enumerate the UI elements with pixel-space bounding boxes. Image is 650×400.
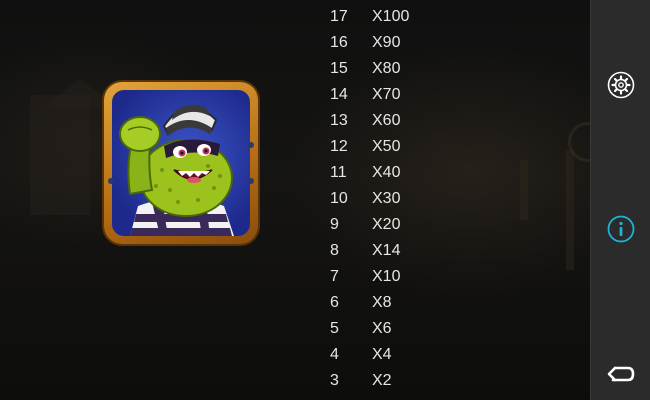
- background-post: [520, 160, 528, 220]
- paytable-row: 10 X30: [330, 188, 432, 214]
- paytable-row: 15 X80: [330, 58, 432, 84]
- payout-multiplier: X70: [372, 86, 401, 103]
- settings-button[interactable]: [606, 70, 636, 100]
- symbol-tile-background: [112, 90, 250, 236]
- paytable-row: 9 X20: [330, 214, 432, 240]
- paytable-row: 13 X60: [330, 110, 432, 136]
- symbol-count: 12: [330, 138, 348, 155]
- frame-rivet: [108, 178, 114, 184]
- symbol-count: 9: [330, 216, 339, 233]
- symbol-count: 10: [330, 190, 348, 207]
- symbol-count: 7: [330, 268, 339, 285]
- symbol-count: 8: [330, 242, 339, 259]
- background-post: [566, 150, 574, 270]
- paytable-row: 6 X8: [330, 292, 432, 318]
- payout-multiplier: X80: [372, 60, 401, 77]
- paytable-row: 8 X14: [330, 240, 432, 266]
- symbol-count: 15: [330, 60, 348, 77]
- frame-rivet: [248, 142, 254, 148]
- payout-multiplier: X60: [372, 112, 401, 129]
- paytable-row: 7 X10: [330, 266, 432, 292]
- symbol-count: 11: [330, 164, 347, 181]
- paytable-row: 12 X50: [330, 136, 432, 162]
- striped-beanie: [162, 104, 218, 136]
- paytable-row: 16 X90: [330, 32, 432, 58]
- game-background: 17 X100 16 X90 15 X80 14 X70 13 X60 12 X50 11 X…: [0, 0, 650, 400]
- green-monster-icon: [119, 104, 234, 236]
- paytable-row: 11 X40: [330, 162, 432, 188]
- paytable-row: 5 X6: [330, 318, 432, 344]
- payout-multiplier: X10: [372, 268, 401, 285]
- return-button[interactable]: [606, 358, 636, 388]
- frame-rivet: [248, 178, 254, 184]
- symbol-count: 3: [330, 372, 339, 389]
- paytable-list: 17 X100 16 X90 15 X80 14 X70 13 X60 12 X50 11 X…: [330, 6, 432, 396]
- payout-multiplier: X6: [372, 320, 392, 337]
- paytable-row: 14 X70: [330, 84, 432, 110]
- symbol-count: 16: [330, 34, 348, 51]
- payout-multiplier: X14: [372, 242, 401, 259]
- payout-multiplier: X20: [372, 216, 401, 233]
- payout-multiplier: X2: [372, 372, 392, 389]
- payout-multiplier: X90: [372, 34, 401, 51]
- symbol-tile: [104, 82, 258, 244]
- payout-multiplier: X40: [372, 164, 401, 181]
- symbol-count: 6: [330, 294, 339, 311]
- paytable-row: 4 X4: [330, 344, 432, 370]
- symbol-count: 4: [330, 346, 339, 363]
- paytable-row: 3 X2: [330, 370, 432, 396]
- gear-icon: [607, 71, 635, 99]
- symbol-count: 17: [330, 8, 348, 25]
- payout-multiplier: X30: [372, 190, 401, 207]
- symbol-count: 5: [330, 320, 339, 337]
- paytable-row: 17 X100: [330, 6, 432, 32]
- payout-multiplier: X8: [372, 294, 392, 311]
- info-icon: [607, 215, 635, 243]
- payout-multiplier: X100: [372, 8, 410, 25]
- payout-multiplier: X50: [372, 138, 401, 155]
- symbol-count: 14: [330, 86, 348, 103]
- info-button[interactable]: [606, 214, 636, 244]
- return-arrow-icon: [607, 366, 635, 382]
- side-control-panel: [590, 0, 650, 400]
- payout-multiplier: X4: [372, 346, 392, 363]
- symbol-count: 13: [330, 112, 348, 129]
- background-house: [30, 95, 90, 215]
